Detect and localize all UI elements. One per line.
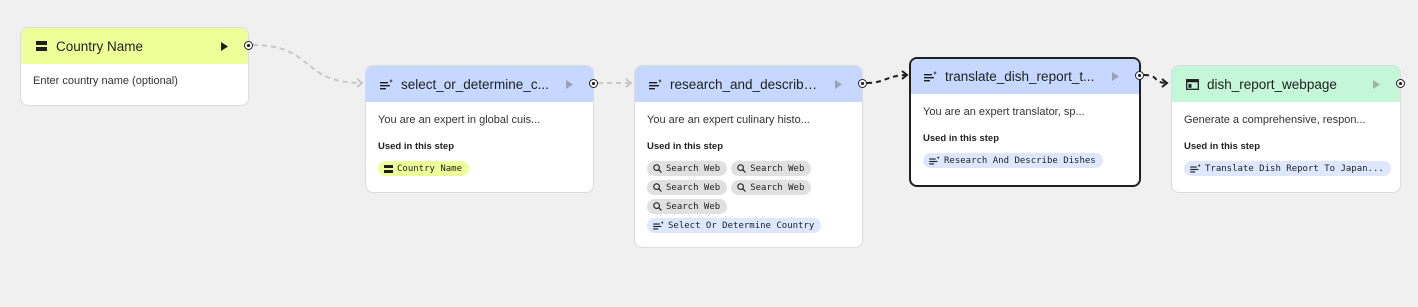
chip-label: Search Web bbox=[666, 182, 721, 193]
node-header[interactable]: dish_report_webpage bbox=[1172, 66, 1400, 102]
generate-text-icon bbox=[929, 156, 940, 165]
node-header[interactable]: Country Name bbox=[21, 28, 248, 64]
node-prompt[interactable]: Generate a comprehensive, respon... bbox=[1184, 114, 1388, 126]
play-icon[interactable] bbox=[1362, 79, 1390, 89]
dependency-chips: Country Name bbox=[378, 161, 581, 176]
node-country-name[interactable]: Country Name Enter country name (optiona… bbox=[20, 27, 249, 106]
input-node-icon bbox=[384, 164, 393, 173]
output-port[interactable] bbox=[858, 79, 867, 88]
output-port[interactable] bbox=[589, 79, 598, 88]
node-title: Country Name bbox=[56, 38, 144, 54]
generate-text-icon bbox=[653, 221, 664, 230]
node-title: research_and_describe... bbox=[670, 76, 818, 92]
dependency-chips: Research And Describe Dishes bbox=[923, 153, 1127, 168]
node-title: select_or_determine_c... bbox=[401, 76, 549, 92]
node-header[interactable]: select_or_determine_c... bbox=[366, 66, 593, 102]
play-icon[interactable] bbox=[1101, 72, 1129, 81]
node-header[interactable]: research_and_describe... bbox=[635, 66, 862, 102]
arrowhead-select bbox=[356, 78, 364, 88]
node-dish-report-webpage[interactable]: dish_report_webpage Generate a comprehen… bbox=[1171, 65, 1401, 193]
arrowhead-webpage bbox=[1161, 78, 1169, 88]
node-title: translate_dish_report_t... bbox=[945, 69, 1095, 84]
node-prompt[interactable]: You are an expert translator, sp... bbox=[923, 106, 1127, 118]
used-in-step-label: Used in this step bbox=[923, 133, 1000, 144]
dependency-chips: Translate Dish Report To Japan... bbox=[1184, 161, 1391, 176]
tool-chip[interactable]: Search Web bbox=[647, 180, 728, 195]
search-icon bbox=[653, 164, 662, 173]
tool-chip[interactable]: Search Web bbox=[731, 180, 812, 195]
node-prompt[interactable]: You are an expert in global cuis... bbox=[378, 114, 581, 126]
input-node-icon bbox=[34, 39, 48, 53]
search-icon bbox=[737, 164, 747, 173]
arrowhead-translate bbox=[901, 70, 909, 80]
connection-translate-to-webpage bbox=[1143, 74, 1168, 84]
chip-label: Research And Describe Dishes bbox=[944, 155, 1096, 166]
node-select-or-determine-country[interactable]: select_or_determine_c... You are an expe… bbox=[365, 65, 594, 193]
chip-label: Search Web bbox=[666, 163, 721, 174]
node-title: dish_report_webpage bbox=[1207, 76, 1337, 92]
tool-chip[interactable]: Search Web bbox=[647, 199, 728, 214]
used-in-step-label: Used in this step bbox=[1184, 141, 1261, 152]
dependency-chip[interactable]: Translate Dish Report To Japan... bbox=[1184, 161, 1391, 176]
node-header[interactable]: translate_dish_report_t... bbox=[911, 59, 1139, 94]
search-icon bbox=[653, 202, 662, 211]
generate-text-icon bbox=[648, 77, 662, 91]
dependency-chips: Search Web Search Web Search Web Search … bbox=[647, 161, 827, 233]
dependency-chip[interactable]: Country Name bbox=[378, 161, 470, 176]
generate-text-icon bbox=[1190, 164, 1201, 173]
chip-label: Country Name bbox=[397, 163, 463, 174]
tool-chip[interactable]: Search Web bbox=[731, 161, 812, 176]
play-icon[interactable] bbox=[824, 79, 852, 89]
chip-label: Select Or Determine Country bbox=[668, 220, 815, 231]
dependency-chip[interactable]: Research And Describe Dishes bbox=[923, 153, 1103, 168]
output-port[interactable] bbox=[1396, 79, 1405, 88]
connection-country-to-select bbox=[252, 44, 363, 84]
generate-text-icon bbox=[379, 77, 393, 91]
connection-research-to-translate bbox=[866, 74, 908, 84]
chip-label: Search Web bbox=[750, 163, 805, 174]
used-in-step-label: Used in this step bbox=[378, 141, 455, 152]
dependency-chip[interactable]: Select Or Determine Country bbox=[647, 218, 822, 233]
play-icon[interactable] bbox=[555, 79, 583, 89]
output-port[interactable] bbox=[244, 41, 253, 50]
chip-label: Translate Dish Report To Japan... bbox=[1205, 163, 1384, 174]
chip-label: Search Web bbox=[666, 201, 721, 212]
node-research-and-describe-dishes[interactable]: research_and_describe... You are an expe… bbox=[634, 65, 863, 248]
arrowhead-research bbox=[625, 78, 633, 88]
tool-chip[interactable]: Search Web bbox=[647, 161, 728, 176]
node-prompt[interactable]: Enter country name (optional) bbox=[33, 75, 236, 87]
used-in-step-label: Used in this step bbox=[647, 141, 724, 152]
search-icon bbox=[653, 183, 662, 192]
chip-label: Search Web bbox=[750, 182, 805, 193]
generate-text-icon bbox=[923, 70, 937, 84]
node-prompt[interactable]: You are an expert culinary histo... bbox=[647, 114, 850, 126]
output-port[interactable] bbox=[1135, 71, 1144, 80]
webpage-icon bbox=[1185, 77, 1199, 91]
node-translate-dish-report[interactable]: translate_dish_report_t... You are an ex… bbox=[909, 57, 1141, 187]
play-icon[interactable] bbox=[210, 41, 238, 51]
search-icon bbox=[737, 183, 747, 192]
